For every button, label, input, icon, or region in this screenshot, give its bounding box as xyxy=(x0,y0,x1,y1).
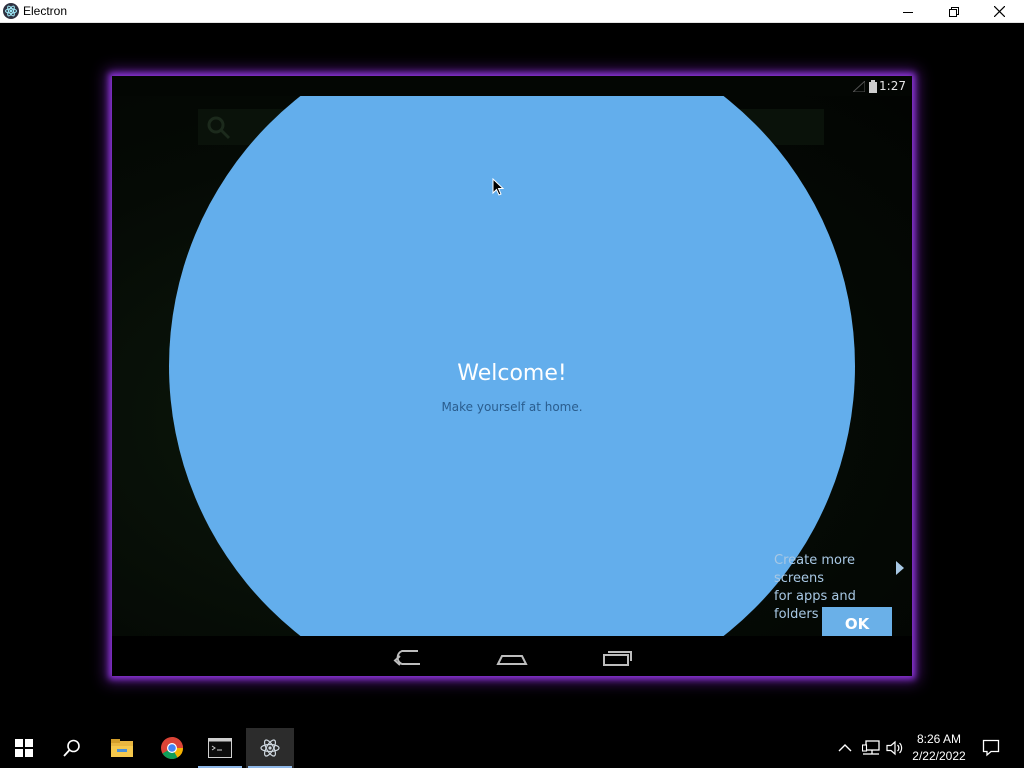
taskbar-file-explorer[interactable] xyxy=(98,728,146,768)
search-icon xyxy=(63,739,80,757)
electron-app-icon xyxy=(3,3,19,19)
battery-icon xyxy=(869,80,877,93)
folder-icon xyxy=(111,739,133,757)
ok-button[interactable]: OK xyxy=(822,607,892,636)
restore-button[interactable] xyxy=(931,0,977,23)
terminal-icon xyxy=(208,738,232,758)
windows-start-icon xyxy=(15,739,33,757)
taskbar-terminal[interactable] xyxy=(196,728,244,768)
windows-taskbar: 8:26 AM 2/22/2022 xyxy=(0,728,1024,768)
notification-icon xyxy=(982,739,1000,757)
restore-icon xyxy=(949,6,959,17)
volume-icon xyxy=(886,740,903,756)
taskbar-chrome[interactable] xyxy=(148,728,196,768)
window-title: Electron xyxy=(23,4,68,18)
tray-volume-button[interactable] xyxy=(886,728,904,768)
chrome-icon xyxy=(161,737,183,759)
hint-arrow-icon xyxy=(896,561,904,575)
hint-line-1: Create more screens xyxy=(774,553,856,586)
taskbar-electron[interactable] xyxy=(246,728,294,768)
chevron-up-icon xyxy=(838,744,852,752)
clock-date: 2/22/2022 xyxy=(912,749,966,763)
minimize-button[interactable] xyxy=(885,0,931,23)
app-content: 1:27 Welcome! Make yourself at home. Cre… xyxy=(0,23,1024,728)
android-emulator-screen[interactable]: 1:27 Welcome! Make yourself at home. Cre… xyxy=(112,76,912,676)
android-status-bar: 1:27 xyxy=(112,76,912,96)
start-button[interactable] xyxy=(0,728,48,768)
android-nav-bar xyxy=(112,636,912,676)
welcome-title: Welcome! xyxy=(457,361,567,386)
mouse-cursor-icon xyxy=(492,178,505,196)
close-button[interactable] xyxy=(976,0,1022,23)
signal-icon xyxy=(853,81,865,92)
home-icon[interactable] xyxy=(496,644,528,668)
back-icon[interactable] xyxy=(392,644,424,668)
welcome-subtitle: Make yourself at home. xyxy=(441,400,583,414)
electron-icon xyxy=(260,739,280,757)
network-icon xyxy=(862,740,880,755)
recent-apps-icon[interactable] xyxy=(601,644,633,668)
action-center-button[interactable] xyxy=(982,728,1000,768)
taskbar-clock[interactable]: 8:26 AM 2/22/2022 xyxy=(908,731,970,765)
clock-time: 8:26 AM xyxy=(916,732,962,746)
tray-network-button[interactable] xyxy=(862,728,880,768)
window-title-bar: Electron xyxy=(0,0,1024,23)
tray-overflow-button[interactable] xyxy=(838,728,852,768)
taskbar-search-button[interactable] xyxy=(48,728,96,768)
status-clock: 1:27 xyxy=(879,79,906,93)
welcome-cling: Welcome! Make yourself at home. Create m… xyxy=(112,96,912,636)
close-icon xyxy=(993,6,1005,17)
minimize-icon xyxy=(903,11,913,13)
